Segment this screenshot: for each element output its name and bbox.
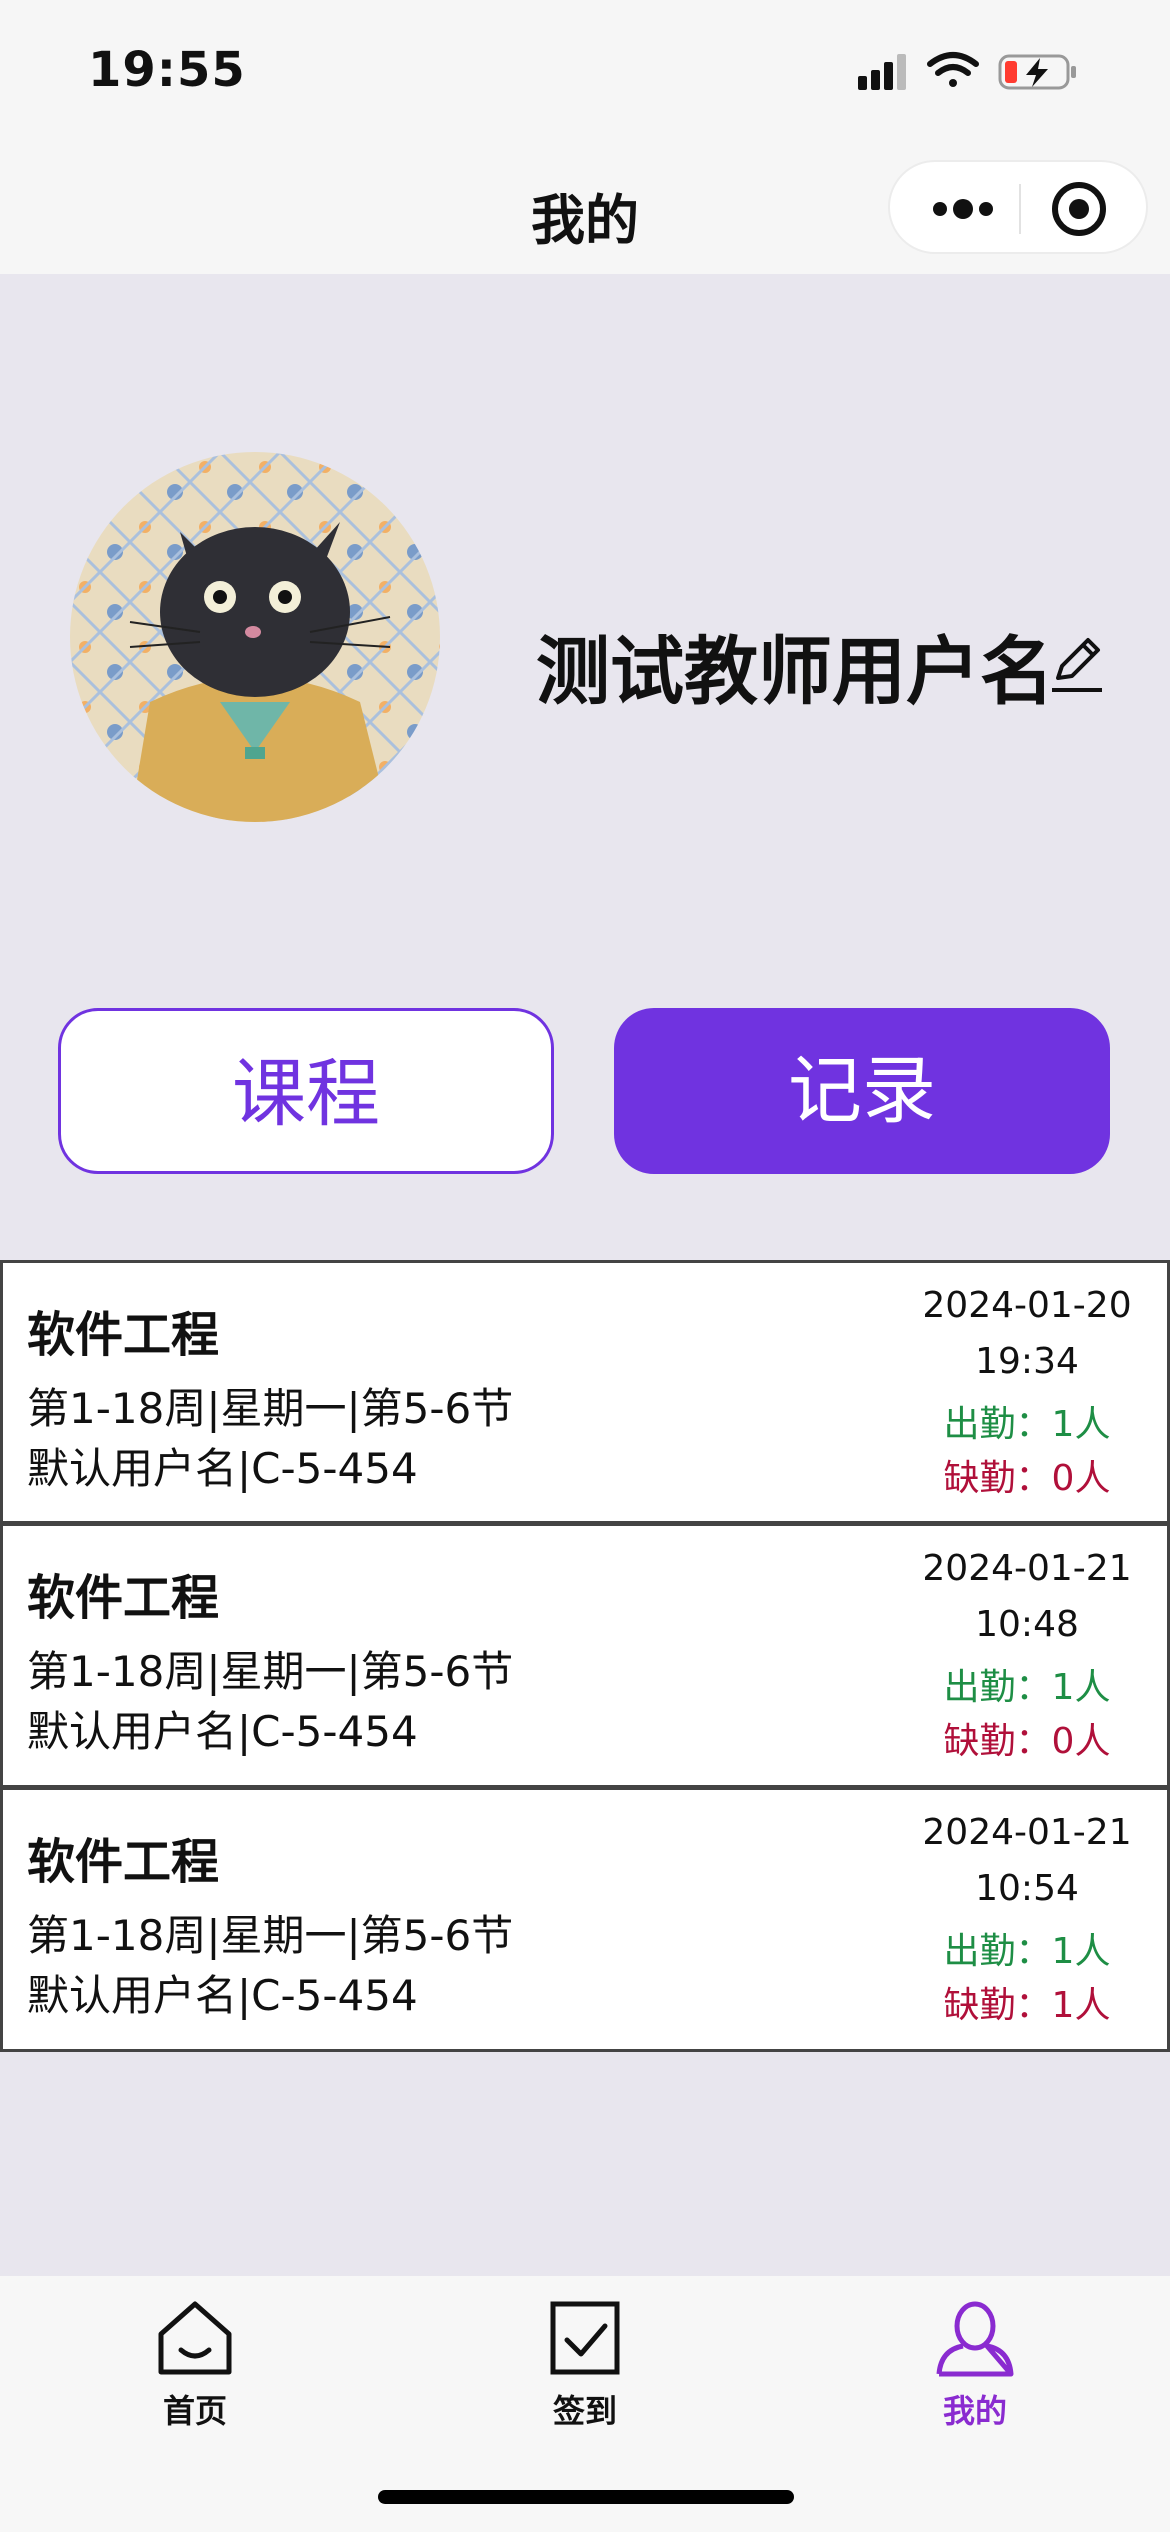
record-time: 19:34 xyxy=(975,1341,1079,1382)
record-course: 软件工程 xyxy=(27,1307,220,1363)
record-date: 2024-01-21 xyxy=(922,1812,1132,1853)
record-absent: 缺勤：1人 xyxy=(943,1985,1111,2026)
user-icon xyxy=(936,2301,1014,2377)
record-location: 默认用户名|C-5-454 xyxy=(27,1707,418,1756)
record-schedule: 第1-18周|星期一|第5-6节 xyxy=(27,1384,514,1433)
home-indicator xyxy=(378,2490,794,2504)
record-date: 2024-01-20 xyxy=(922,1285,1132,1326)
tab-checkin[interactable]: 签到 xyxy=(485,2296,685,2436)
status-icons xyxy=(858,50,1118,94)
record-absent: 缺勤：0人 xyxy=(943,1721,1111,1762)
record-list: 软件工程 第1-18周|星期一|第5-6节 默认用户名|C-5-454 2024… xyxy=(0,1260,1170,2052)
status-bar: 19:55 xyxy=(0,0,1170,150)
record-course: 软件工程 xyxy=(27,1570,220,1626)
tab-mine[interactable]: 我的 xyxy=(875,2296,1075,2436)
home-icon xyxy=(158,2301,232,2375)
checkin-icon xyxy=(550,2301,620,2375)
record-course: 软件工程 xyxy=(27,1834,220,1890)
record-absent: 缺勤：0人 xyxy=(943,1458,1111,1499)
record-date: 2024-01-21 xyxy=(922,1548,1132,1589)
record-present: 出勤：1人 xyxy=(943,1404,1111,1445)
record-time: 10:54 xyxy=(975,1868,1079,1909)
record-present: 出勤：1人 xyxy=(943,1931,1111,1972)
record-location: 默认用户名|C-5-454 xyxy=(27,1444,418,1493)
capsule-divider xyxy=(1019,184,1021,234)
record-item[interactable]: 软件工程 第1-18周|星期一|第5-6节 默认用户名|C-5-454 2024… xyxy=(0,1524,1170,1788)
tab-home-label: 首页 xyxy=(162,2392,227,2430)
tab-home[interactable]: 首页 xyxy=(95,2296,295,2436)
record-location: 默认用户名|C-5-454 xyxy=(27,1971,418,2020)
pencil-icon[interactable] xyxy=(1048,632,1106,696)
record-button[interactable]: 记录 xyxy=(614,1008,1110,1174)
record-item[interactable]: 软件工程 第1-18周|星期一|第5-6节 默认用户名|C-5-454 2024… xyxy=(0,1260,1170,1524)
record-schedule: 第1-18周|星期一|第5-6节 xyxy=(27,1911,514,1960)
mini-program-capsule xyxy=(888,160,1148,254)
status-time: 19:55 xyxy=(88,42,246,98)
wifi-icon xyxy=(927,52,979,87)
avatar[interactable] xyxy=(70,452,440,822)
signal-icon xyxy=(858,54,906,90)
record-schedule: 第1-18周|星期一|第5-6节 xyxy=(27,1647,514,1696)
battery-charging-icon xyxy=(998,54,1076,90)
record-present: 出勤：1人 xyxy=(943,1667,1111,1708)
target-close-icon[interactable] xyxy=(1050,180,1108,238)
nav-bar: 我的 xyxy=(0,150,1170,274)
tab-checkin-label: 签到 xyxy=(552,2392,617,2430)
username: 测试教师用户名 xyxy=(536,629,1054,715)
course-button[interactable]: 课程 xyxy=(58,1008,554,1174)
more-dots-icon[interactable] xyxy=(928,186,998,232)
record-item[interactable]: 软件工程 第1-18周|星期一|第5-6节 默认用户名|C-5-454 2024… xyxy=(0,1788,1170,2052)
tab-mine-label: 我的 xyxy=(942,2392,1007,2430)
record-time: 10:48 xyxy=(975,1604,1079,1645)
